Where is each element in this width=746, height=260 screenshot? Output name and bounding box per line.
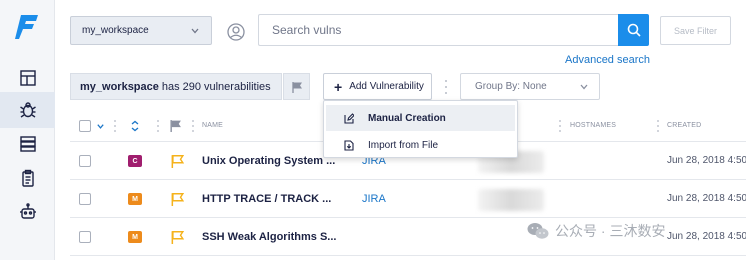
search-button[interactable] [618, 14, 649, 46]
watermark: 公众号 · 三沐数安 [527, 221, 665, 241]
flag-icon [291, 81, 302, 93]
workspace-select[interactable]: my_workspace [70, 16, 212, 45]
flag-column-icon[interactable] [169, 119, 182, 132]
sort-icon[interactable] [130, 120, 140, 132]
sidebar-item-dashboard[interactable] [0, 60, 55, 96]
workspace-name: my_workspace [80, 80, 159, 93]
sidebar-item-reports[interactable] [0, 160, 55, 196]
column-header-created[interactable]: CREATED [667, 122, 701, 129]
column-separator [156, 120, 159, 132]
column-separator [191, 120, 194, 132]
app-root: my_workspace Save Filter Advanced search… [0, 0, 746, 260]
wechat-icon [527, 223, 549, 239]
jira-link[interactable]: JIRA [362, 193, 386, 205]
severity-badge: M [128, 231, 142, 243]
flag-icon[interactable] [170, 154, 184, 168]
add-vulnerability-label: Add Vulnerability [349, 81, 424, 92]
vuln-name[interactable]: HTTP TRACE / TRACK ... [202, 193, 331, 205]
row-checkbox[interactable] [79, 231, 91, 243]
vuln-name[interactable]: Unix Operating System ... [202, 155, 335, 167]
edit-icon [344, 112, 354, 124]
vuln-count-summary: my_workspace has 290 vulnerabilities [70, 73, 282, 100]
column-separator [113, 120, 116, 132]
menu-item-manual-creation[interactable]: Manual Creation [326, 105, 515, 131]
column-header-hostnames[interactable]: HOSTNAMES [570, 122, 616, 129]
search-input[interactable] [258, 14, 619, 46]
plus-icon: + [334, 78, 343, 95]
server-icon [19, 136, 36, 152]
menu-item-label: Manual Creation [368, 112, 446, 124]
column-header-name[interactable]: NAME [202, 122, 223, 129]
flag-filter-button[interactable] [283, 73, 310, 100]
vuln-count-suffix: vulnerabilities [204, 80, 271, 93]
severity-badge: M [128, 193, 142, 205]
dashboard-icon [19, 70, 36, 86]
chevron-down-icon [191, 28, 199, 34]
hostname-redacted [478, 189, 544, 211]
group-by-value: Group By: None [475, 81, 547, 92]
user-icon[interactable] [227, 23, 245, 41]
robot-icon [19, 203, 36, 219]
save-filter-button[interactable]: Save Filter [660, 16, 731, 45]
more-options-icon[interactable] [444, 80, 447, 94]
created-date: Jun 28, 2018 4:50 [667, 231, 746, 242]
severity-badge: C [128, 155, 142, 167]
group-by-select[interactable]: Group By: None [460, 73, 600, 100]
flag-icon[interactable] [170, 230, 184, 244]
sidebar [0, 0, 55, 260]
chevron-down-icon[interactable] [96, 122, 105, 131]
vuln-name[interactable]: SSH Weak Algorithms S... [202, 231, 336, 243]
created-date: Jun 28, 2018 4:50 [667, 155, 746, 166]
sidebar-item-agents[interactable] [0, 194, 55, 230]
flag-icon[interactable] [170, 192, 184, 206]
faraday-logo[interactable] [15, 14, 39, 40]
created-date: Jun 28, 2018 4:50 [667, 193, 746, 204]
row-checkbox[interactable] [79, 193, 91, 205]
row-checkbox[interactable] [79, 155, 91, 167]
add-vulnerability-menu: Manual Creation Import from File [323, 100, 518, 158]
vuln-count: 290 [182, 80, 201, 93]
watermark-text: 公众号 · 三沐数安 [555, 223, 666, 239]
has-text: has [161, 80, 180, 93]
add-vulnerability-button[interactable]: + Add Vulnerability [323, 73, 432, 100]
clipboard-icon [21, 169, 34, 187]
sidebar-item-vulnerabilities[interactable] [0, 92, 55, 128]
column-separator [656, 120, 659, 132]
search-icon [627, 23, 641, 37]
menu-item-import-file[interactable]: Import from File [326, 132, 515, 158]
select-all-checkbox[interactable] [79, 120, 91, 132]
file-import-icon [344, 139, 354, 151]
bug-icon [19, 102, 36, 118]
chevron-down-icon [580, 84, 588, 90]
sidebar-item-hosts[interactable] [0, 126, 55, 162]
advanced-search-link[interactable]: Advanced search [565, 54, 650, 66]
column-separator [558, 120, 561, 132]
workspace-select-value: my_workspace [82, 25, 149, 36]
menu-item-label: Import from File [368, 139, 439, 151]
table-row[interactable]: M HTTP TRACE / TRACK ... JIRA Jun 28, 20… [70, 181, 746, 218]
